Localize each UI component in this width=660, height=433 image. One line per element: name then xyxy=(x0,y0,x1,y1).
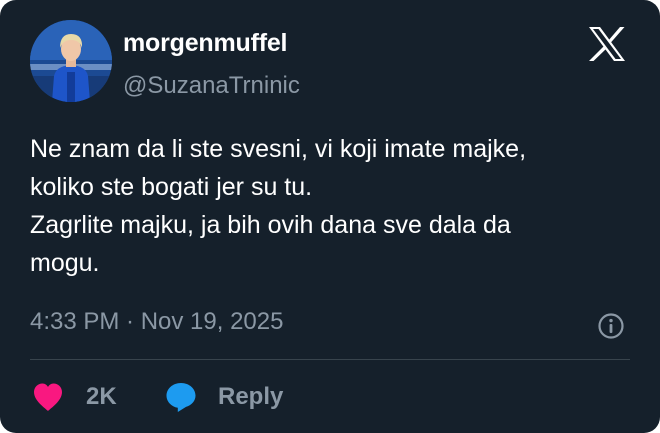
tweet-text: Ne znam da li ste svesni, vi koji imate … xyxy=(30,135,527,277)
reply-button[interactable]: Reply xyxy=(164,380,283,414)
display-name[interactable]: morgenmuffel xyxy=(123,29,287,58)
user-handle[interactable]: @SuzanaTrninic xyxy=(123,72,300,100)
divider xyxy=(30,359,630,360)
reply-bubble-icon xyxy=(166,383,196,412)
like-count: 2K xyxy=(86,383,117,410)
reply-label: Reply xyxy=(218,383,284,410)
profile-photo-image xyxy=(30,20,112,102)
heart-icon xyxy=(34,383,62,411)
tweet-timestamp[interactable]: 4:33 PM · Nov 19, 2025 xyxy=(30,308,283,336)
tweet-card: morgenmuffel @SuzanaTrninic Ne znam da l… xyxy=(0,0,660,433)
x-logo-icon[interactable] xyxy=(587,26,627,62)
info-icon[interactable] xyxy=(597,312,625,340)
avatar[interactable] xyxy=(30,20,112,102)
like-button[interactable]: 2K xyxy=(32,380,117,414)
